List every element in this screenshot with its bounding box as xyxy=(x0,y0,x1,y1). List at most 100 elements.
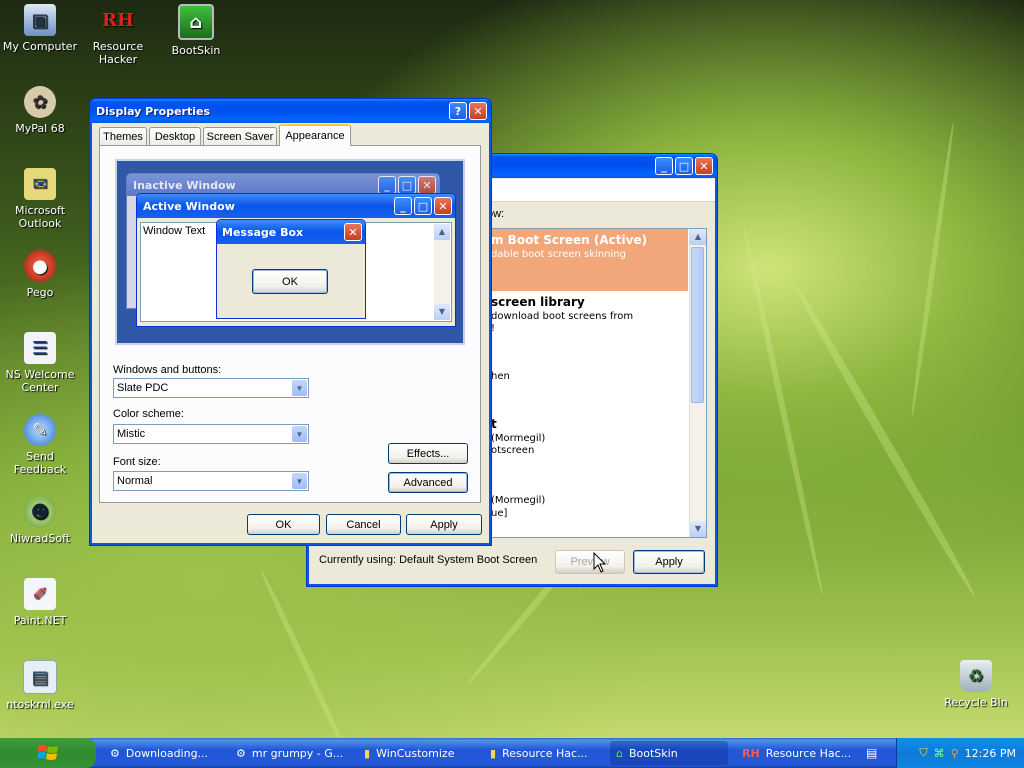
scroll-down-arrow-icon: ▼ xyxy=(434,304,450,320)
ns-welcome-icon: ☰ xyxy=(24,332,56,364)
preview-ok-button: OK xyxy=(252,269,328,294)
network-icon[interactable]: ⌘ xyxy=(934,747,945,760)
preview-scrollbar: ▲ ▼ xyxy=(434,224,450,320)
windows-logo-icon xyxy=(37,745,58,760)
desktop-icon-resource-hacker[interactable]: RH Resource Hacker xyxy=(76,4,160,66)
minimize-button[interactable]: _ xyxy=(655,157,673,175)
taskbar-item-resource-hacker-folder[interactable]: ▮ Resource Hac... xyxy=(484,741,602,765)
close-icon: ✕ xyxy=(418,176,436,194)
rh-icon: RH xyxy=(742,746,760,760)
shield-icon[interactable]: ⛉ xyxy=(919,746,927,760)
maximize-icon: □ xyxy=(398,176,416,194)
desktop-icon-ns-welcome[interactable]: ☰ NS Welcome Center xyxy=(0,332,82,394)
windows-buttons-select[interactable]: Slate PDC ▼ xyxy=(113,378,309,398)
list-item[interactable]: screen library download boot screens fro… xyxy=(488,295,688,355)
list-scrollbar[interactable]: ▲ ▼ xyxy=(689,229,706,537)
preview-button[interactable]: Preview xyxy=(555,550,625,574)
rh-icon: RH xyxy=(102,9,134,31)
appearance-preview: Inactive Window _ □ ✕ Active Window _ □ … xyxy=(115,159,465,345)
list-item[interactable]: hen xyxy=(488,359,688,399)
scroll-down-arrow-icon[interactable]: ▼ xyxy=(690,521,706,537)
close-icon: ✕ xyxy=(344,223,362,241)
browser-icon: ⚙ xyxy=(236,746,246,760)
active-titlebar: Active Window _ □ ✕ xyxy=(137,194,455,218)
paint-icon: ✐ xyxy=(24,578,56,610)
desktop-icon-niwradsoft[interactable]: ☻ NiwradSoft xyxy=(0,496,82,545)
bootskin-icon: ⌂ xyxy=(616,746,623,760)
grass-blade xyxy=(909,121,956,419)
folder-icon: ▮ xyxy=(490,746,497,760)
tab-screen-saver[interactable]: Screen Saver xyxy=(203,127,277,145)
scroll-up-arrow-icon[interactable]: ▲ xyxy=(690,229,706,245)
desktop-icon-my-computer[interactable]: ▣ My Computer xyxy=(0,4,82,53)
clock[interactable]: 12:26 PM xyxy=(965,747,1016,760)
feedback-icon: ✎ xyxy=(24,414,56,446)
scroll-up-arrow-icon: ▲ xyxy=(434,224,450,240)
list-item[interactable]: t (Mormegil) otscreen xyxy=(488,417,688,467)
font-size-label: Font size: xyxy=(113,456,161,468)
tab-appearance[interactable]: Appearance xyxy=(279,124,351,146)
taskbar: ⚙ Downloading... ⚙ mr grumpy - G... ▮ Wi… xyxy=(0,738,1024,768)
taskbar-item-bootskin[interactable]: ⌂ BootSkin xyxy=(610,741,728,765)
color-scheme-select[interactable]: Mistic ▼ xyxy=(113,424,309,444)
msgbox-titlebar: Message Box ✕ xyxy=(217,220,365,244)
desktop-icon-bootskin[interactable]: ⌂ BootSkin xyxy=(154,4,238,57)
grass-blade xyxy=(790,281,979,599)
taskbar-item-wincustomize[interactable]: ▮ WinCustomize xyxy=(358,741,476,765)
font-size-select[interactable]: Normal ▼ xyxy=(113,471,309,491)
taskbar-item-downloading[interactable]: ⚙ Downloading... xyxy=(104,741,222,765)
maximize-button[interactable]: □ xyxy=(675,157,693,175)
bootskin-apply-button[interactable]: Apply xyxy=(633,550,705,574)
exe-icon: ▤ xyxy=(23,660,57,694)
alien-icon: ☻ xyxy=(24,496,56,528)
tab-themes[interactable]: Themes xyxy=(99,127,147,145)
ok-button[interactable]: OK xyxy=(247,514,320,535)
keyboard-icon[interactable]: ▤ xyxy=(866,746,877,760)
system-tray: ⛉ ⌘ ⚲ 12:26 PM xyxy=(896,738,1024,768)
desktop-icon-pego[interactable]: ● Pego xyxy=(0,250,82,299)
desktop-icon-recycle-bin[interactable]: ♻ Recycle Bin xyxy=(934,660,1018,709)
desktop-icon-paint-net[interactable]: ✐ Paint.NET xyxy=(0,578,82,627)
close-button[interactable]: ✕ xyxy=(469,102,487,120)
apply-button[interactable]: Apply xyxy=(406,514,482,535)
taskbar-item-resource-hacker[interactable]: RH Resource Hac... xyxy=(736,741,854,765)
search-icon[interactable]: ⚲ xyxy=(951,747,959,760)
desktop-icon-outlook[interactable]: ✉ Microsoft Outlook xyxy=(0,168,82,230)
display-properties-titlebar[interactable]: Display Properties ? ✕ xyxy=(90,99,491,123)
windows-buttons-label: Windows and buttons: xyxy=(113,364,222,376)
scroll-thumb[interactable] xyxy=(691,247,704,403)
chevron-down-icon[interactable]: ▼ xyxy=(292,473,307,489)
computer-icon: ▣ xyxy=(24,4,56,36)
pego-icon: ● xyxy=(24,250,56,282)
mouse-cursor-icon xyxy=(593,552,607,573)
chevron-down-icon[interactable]: ▼ xyxy=(292,380,307,396)
desktop-icon-mypal[interactable]: ✿ MyPal 68 xyxy=(0,86,82,135)
advanced-button[interactable]: Advanced xyxy=(388,472,468,493)
close-button[interactable]: ✕ xyxy=(695,157,713,175)
minimize-icon: _ xyxy=(378,176,396,194)
grass-blade xyxy=(740,223,826,597)
minimize-icon: _ xyxy=(394,197,412,215)
chevron-down-icon[interactable]: ▼ xyxy=(292,426,307,442)
bootskin-icon: ⌂ xyxy=(178,4,214,40)
cancel-button[interactable]: Cancel xyxy=(326,514,401,535)
mypal-icon: ✿ xyxy=(24,86,56,118)
recycle-bin-icon: ♻ xyxy=(960,660,992,692)
start-button[interactable] xyxy=(0,738,96,768)
outlook-icon: ✉ xyxy=(24,168,56,200)
current-skin-status: Currently using: Default System Boot Scr… xyxy=(319,554,538,566)
tab-desktop[interactable]: Desktop xyxy=(149,127,201,145)
display-properties-window: Display Properties ? ✕ Themes Desktop Sc… xyxy=(89,98,492,546)
folder-icon: ▮ xyxy=(364,746,371,760)
grass-blade xyxy=(258,568,348,752)
desktop-icon-send-feedback[interactable]: ✎ Send Feedback xyxy=(0,414,82,476)
list-item-active[interactable]: m Boot Screen (Active) dable boot screen… xyxy=(488,229,688,291)
preview-message-box: Message Box ✕ OK xyxy=(216,219,366,319)
effects-button[interactable]: Effects... xyxy=(388,443,468,464)
taskbar-item-browser[interactable]: ⚙ mr grumpy - G... xyxy=(230,741,348,765)
bootskin-list[interactable]: m Boot Screen (Active) dable boot screen… xyxy=(487,228,707,538)
list-item[interactable]: (Mormegil) ue] xyxy=(488,483,688,533)
desktop-icon-ntoskrnl[interactable]: ▤ ntoskrnl.exe xyxy=(0,660,82,711)
close-icon: ✕ xyxy=(434,197,452,215)
help-button[interactable]: ? xyxy=(449,102,467,120)
